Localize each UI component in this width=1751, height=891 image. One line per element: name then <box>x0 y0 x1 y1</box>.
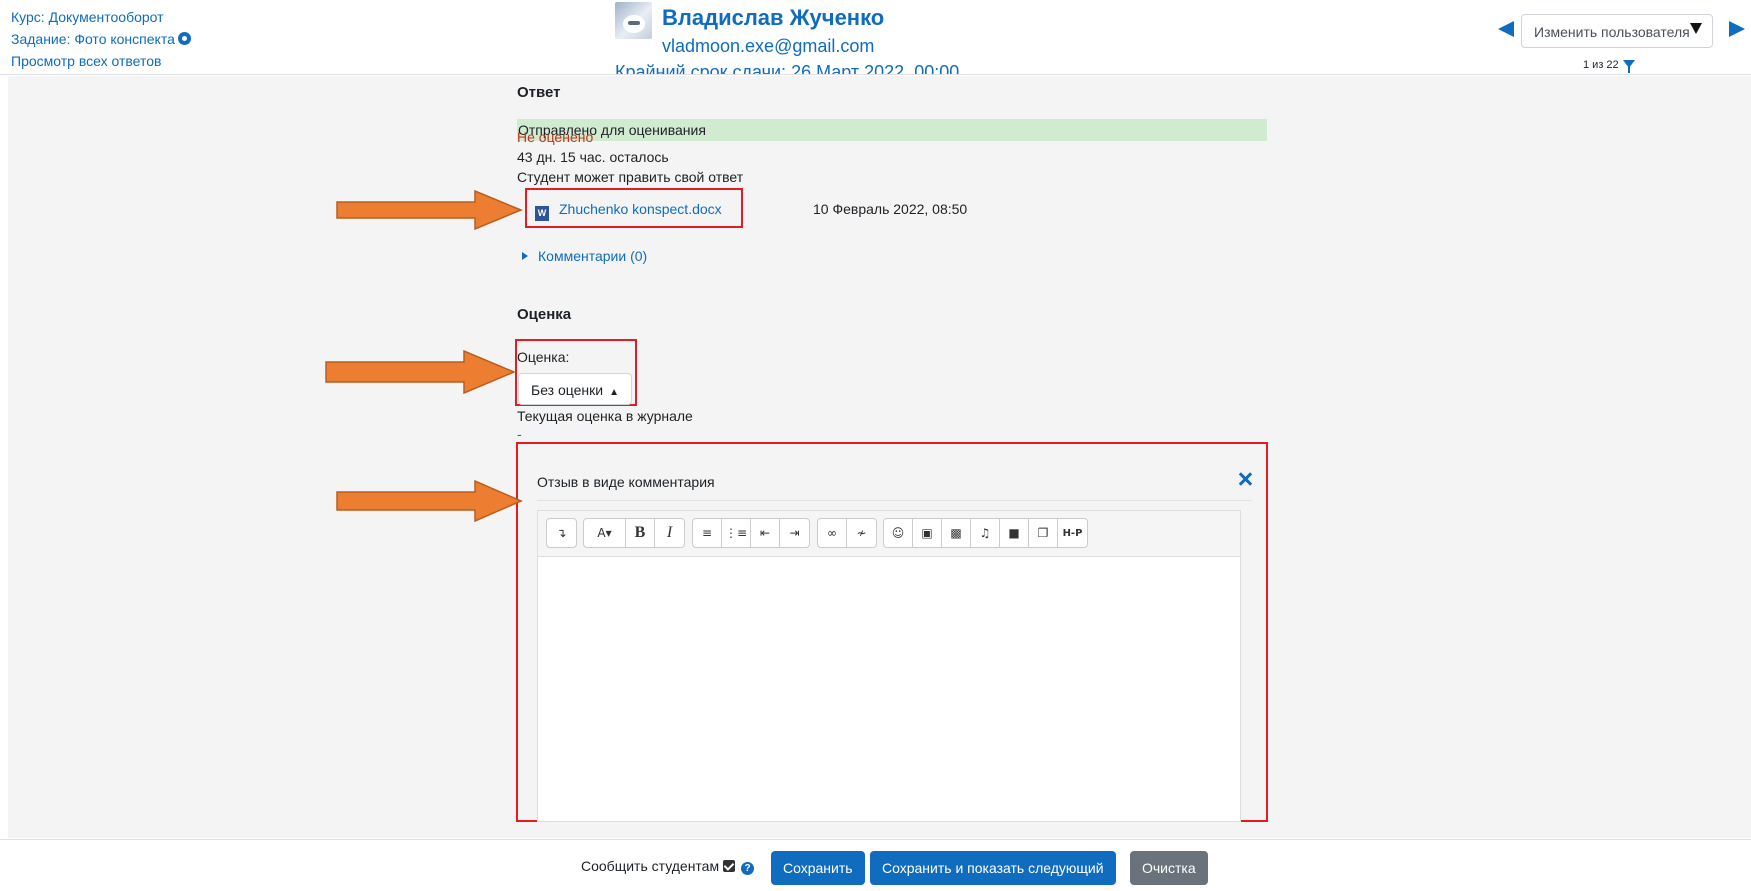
unlink-icon[interactable]: ≁ <box>847 519 876 547</box>
arrow-to-file <box>336 190 523 230</box>
italic-button[interactable]: I <box>655 519 684 547</box>
image-icon[interactable]: ▣ <box>913 519 942 547</box>
comments-label[interactable]: Комментарии (0) <box>538 248 647 264</box>
edit-permission-text: Студент может править свой ответ <box>517 169 744 185</box>
word-file-icon: W <box>535 206 549 221</box>
filter-icon[interactable] <box>1622 60 1635 73</box>
notify-checkbox[interactable] <box>723 860 736 872</box>
reset-button[interactable]: Очистка <box>1130 851 1208 885</box>
notify-label: Сообщить студентам <box>581 858 720 874</box>
expand-icon[interactable] <box>1238 472 1252 486</box>
grade-field-label: Оценка: <box>517 349 570 365</box>
comments-toggle[interactable]: Комментарии (0) <box>522 248 647 264</box>
updown-icon: ▲︎ <box>609 387 619 398</box>
avatar[interactable] <box>615 2 652 39</box>
deadline-text: Крайний срок сдачи: 26 Март 2022, 00:00 <box>615 62 960 74</box>
user-counter: 1 из 22 <box>1583 59 1635 73</box>
current-grade-value[interactable]: - <box>517 426 522 442</box>
arrow-to-feedback <box>336 480 523 522</box>
collapse-toolbar-button[interactable]: ↴ <box>547 519 576 547</box>
emoji-icon[interactable]: ☺ <box>884 519 913 547</box>
grader-header: Курс: Документооборот Задание: Фото конс… <box>0 0 1751 75</box>
notify-students: Сообщить студентам? <box>581 858 755 875</box>
caret-down-icon[interactable] <box>1690 23 1702 34</box>
file-date: 10 Февраль 2022, 08:50 <box>813 201 968 217</box>
previous-user-arrow-icon[interactable] <box>1498 21 1514 37</box>
user-info: Владислав Жученко vladmoon.exe@gmail.com… <box>615 2 975 74</box>
grade-select[interactable]: Без оценки ▲︎ <box>518 373 632 405</box>
grading-actions: Сообщить студентам? Сохранить Сохранить … <box>0 839 1751 891</box>
divider <box>537 500 1252 501</box>
change-user-select[interactable]: Изменить пользователя <box>1521 14 1713 48</box>
bullet-list-icon[interactable]: ≡ <box>693 519 722 547</box>
save-button[interactable]: Сохранить <box>771 851 865 885</box>
toolbar-group-links: ∞ ≁ <box>817 518 877 548</box>
link-icon[interactable]: ∞ <box>818 519 847 547</box>
current-grade-label: Текущая оценка в журнале <box>517 408 693 424</box>
submitted-file[interactable]: W Zhuchenko konspect.docx <box>535 201 722 221</box>
font-style-button[interactable]: A▾ <box>584 519 626 547</box>
indent-icon[interactable]: ⇥ <box>780 519 809 547</box>
submission-heading: Ответ <box>517 84 561 101</box>
caret-right-icon <box>522 252 528 260</box>
file-link[interactable]: Zhuchenko konspect.docx <box>559 201 722 217</box>
help-icon[interactable]: ? <box>741 862 755 875</box>
toolbar-group-lists: ≡ ⋮≡ ⇤ ⇥ <box>692 518 810 548</box>
bold-button[interactable]: B <box>626 519 655 547</box>
toolbar-group-media: ☺ ▣ ▩ ♫ ■ ❐ H-P <box>883 518 1088 548</box>
toolbar-group-text: A▾ B I <box>583 518 685 548</box>
arrow-to-grade <box>325 350 516 394</box>
assignment-link[interactable]: Задание: Фото конспекта <box>11 31 175 47</box>
copy-icon[interactable]: ❐ <box>1029 519 1058 547</box>
next-user-arrow-icon[interactable] <box>1729 21 1745 37</box>
grading-panel: Ответ Отправлено для оценивания Не оцене… <box>8 76 1751 838</box>
save-and-next-button[interactable]: Сохранить и показать следующий <box>870 851 1116 885</box>
microphone-icon[interactable]: ♫ <box>971 519 1000 547</box>
time-remaining: 43 дн. 15 час. осталось <box>517 149 669 165</box>
counter-text: 1 из 22 <box>1583 59 1619 71</box>
submission-status: Отправлено для оценивания <box>517 119 1267 141</box>
feedback-editor[interactable] <box>537 556 1241 822</box>
grading-status: Не оценено <box>517 129 594 145</box>
breadcrumbs: Курс: Документооборот Задание: Фото конс… <box>11 6 191 72</box>
grade-select-value: Без оценки <box>531 382 604 398</box>
outdent-icon[interactable]: ⇤ <box>751 519 780 547</box>
h5p-button[interactable]: H-P <box>1058 519 1087 547</box>
editor-toolbar: ↴ A▾ B I ≡ ⋮≡ ⇤ ⇥ ∞ ≁ ☺ ▣ ▩ ♫ ■ ❐ H-P <box>537 510 1241 556</box>
grade-heading: Оценка <box>517 306 572 323</box>
user-name-link[interactable]: Владислав Жученко <box>662 5 884 31</box>
numbered-list-icon[interactable]: ⋮≡ <box>722 519 751 547</box>
toolbar-group-collapse: ↴ <box>546 518 577 548</box>
media-icon[interactable]: ▩ <box>942 519 971 547</box>
course-link[interactable]: Курс: Документооборот <box>11 9 164 25</box>
view-all-submissions-link[interactable]: Просмотр всех ответов <box>11 53 161 69</box>
video-icon[interactable]: ■ <box>1000 519 1029 547</box>
feedback-highlight-box: Отзыв в виде комментария ↴ A▾ B I ≡ ⋮≡ ⇤… <box>516 442 1268 822</box>
gear-icon[interactable] <box>177 32 191 45</box>
user-email[interactable]: vladmoon.exe@gmail.com <box>662 36 874 57</box>
feedback-label: Отзыв в виде комментария <box>537 474 715 490</box>
